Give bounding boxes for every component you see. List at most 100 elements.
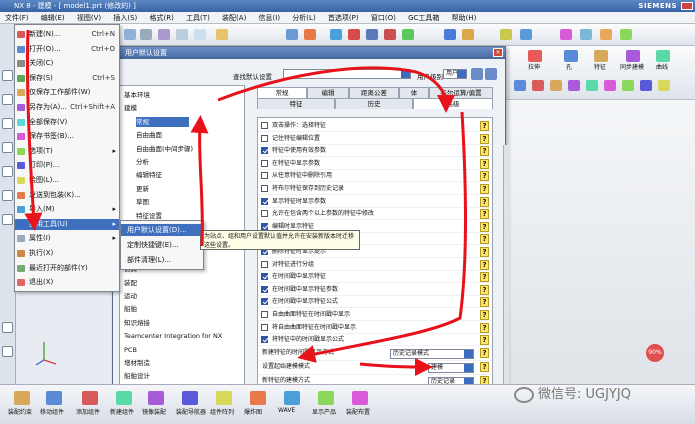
- help-icon[interactable]: ?: [480, 209, 489, 220]
- tab-advanced[interactable]: 高级: [413, 98, 493, 109]
- rotate-icon[interactable]: [330, 29, 342, 40]
- arc-center-icon[interactable]: [604, 80, 616, 91]
- option-checkbox[interactable]: [261, 185, 268, 192]
- tree-node[interactable]: Teamcenter Integration for NX: [124, 331, 222, 341]
- command-finder-icon[interactable]: [216, 29, 228, 40]
- intersection-icon[interactable]: [586, 80, 598, 91]
- assembly-tool-icon[interactable]: [216, 391, 232, 405]
- tab-edit[interactable]: 编辑: [307, 87, 349, 98]
- submenu-item[interactable]: 定制快捷键(E)...: [121, 239, 203, 251]
- file-menu-item[interactable]: 选项(T) ▸: [15, 146, 119, 157]
- assembly-tool-icon[interactable]: [14, 391, 30, 405]
- option-checkbox[interactable]: [261, 197, 268, 205]
- menu-analysis[interactable]: 分析(L): [287, 12, 320, 24]
- surface-icon[interactable]: [620, 29, 632, 40]
- help-icon[interactable]: ?: [480, 184, 489, 194]
- option-checkbox[interactable]: [261, 336, 268, 344]
- file-menu-item[interactable]: 最近打开的部件(Y): [15, 263, 119, 274]
- file-menu-item[interactable]: 保存(S) Ctrl+S: [15, 73, 119, 84]
- snap-point-icon[interactable]: [514, 80, 526, 91]
- redo-icon[interactable]: [194, 29, 206, 40]
- menu-assembly[interactable]: 装配(A): [217, 12, 251, 24]
- point-on-curve-icon[interactable]: [658, 80, 670, 91]
- tab-distance-tolerance[interactable]: 距离公差: [349, 87, 399, 98]
- find-icon[interactable]: [485, 68, 497, 80]
- select-icon[interactable]: [444, 29, 456, 40]
- assembly-tool-icon[interactable]: [46, 391, 62, 405]
- file-menu-item[interactable]: 退出(X): [15, 277, 119, 288]
- option-checkbox[interactable]: [261, 134, 268, 142]
- file-menu-item[interactable]: 新建(N)... Ctrl+N: [15, 29, 119, 40]
- process-studio-icon[interactable]: [2, 346, 13, 357]
- option-checkbox[interactable]: [261, 311, 268, 318]
- file-menu-item[interactable]: 绘图(L)...: [15, 175, 119, 186]
- endpoint-icon[interactable]: [532, 80, 544, 91]
- shaded-icon[interactable]: [348, 29, 360, 40]
- menu-tools[interactable]: 工具(T): [181, 12, 215, 24]
- hole-icon[interactable]: [560, 29, 572, 40]
- find-defaults-input[interactable]: [283, 69, 411, 79]
- quadrant-icon[interactable]: [622, 80, 634, 91]
- file-menu-item[interactable]: 打印(P)...: [15, 160, 119, 171]
- options-scrollbar[interactable]: [503, 145, 509, 399]
- feature-icon[interactable]: [594, 50, 608, 62]
- wireframe-icon[interactable]: [366, 29, 378, 40]
- section-icon[interactable]: [384, 29, 396, 40]
- tab-body[interactable]: 体: [399, 87, 429, 98]
- copy-icon[interactable]: [140, 29, 152, 40]
- option-checkbox[interactable]: [261, 323, 268, 331]
- tree-node[interactable]: PCB: [124, 345, 137, 355]
- undo-icon[interactable]: [176, 29, 188, 40]
- sync-modeling-icon[interactable]: [626, 50, 640, 62]
- option-checkbox[interactable]: [261, 172, 268, 180]
- layer-icon[interactable]: [402, 29, 414, 40]
- curve-icon[interactable]: [656, 50, 670, 62]
- tree-node[interactable]: 增材制造: [124, 358, 150, 368]
- option-checkbox[interactable]: [261, 210, 268, 218]
- file-menu-item[interactable]: 另存为(A)... Ctrl+Shift+A: [15, 102, 119, 113]
- help-icon[interactable]: ?: [480, 310, 489, 320]
- help-icon[interactable]: ?: [480, 361, 489, 372]
- file-menu-item[interactable]: 实用工具(U) ▸: [15, 218, 119, 230]
- help-icon[interactable]: ?: [480, 221, 489, 232]
- tree-node[interactable]: 装配: [124, 278, 137, 288]
- tree-node[interactable]: 基本环境: [124, 90, 150, 100]
- tree-node[interactable]: 常规: [136, 116, 189, 127]
- file-menu-item[interactable]: 保存书签(B)...: [15, 131, 119, 142]
- tree-node[interactable]: 运动: [124, 291, 137, 301]
- assembly-navigator-icon[interactable]: [2, 70, 13, 81]
- help-icon[interactable]: ?: [480, 196, 489, 207]
- manage-current-settings-icon[interactable]: [471, 68, 483, 80]
- assembly-tool-icon[interactable]: [182, 391, 198, 405]
- midpoint-icon[interactable]: [550, 80, 562, 91]
- window-close-button[interactable]: [681, 2, 693, 10]
- assembly-tool-icon[interactable]: [250, 391, 266, 405]
- part-navigator-icon[interactable]: [2, 94, 13, 105]
- tree-node[interactable]: 建模: [124, 103, 137, 113]
- help-icon[interactable]: ?: [480, 347, 489, 358]
- menu-preferences[interactable]: 首选项(P): [323, 12, 364, 24]
- option-checkbox[interactable]: [261, 285, 268, 293]
- assembly-tool-icon[interactable]: [318, 391, 334, 405]
- help-icon[interactable]: ?: [480, 272, 489, 283]
- assembly-tool-icon[interactable]: [148, 391, 164, 405]
- menu-file[interactable]: 文件(F): [0, 12, 34, 24]
- help-icon[interactable]: ?: [480, 247, 489, 257]
- help-icon[interactable]: ?: [480, 322, 489, 333]
- help-icon[interactable]: ?: [480, 234, 489, 245]
- tree-node[interactable]: 船舶: [124, 304, 137, 314]
- fit-icon[interactable]: [286, 29, 298, 40]
- tree-node[interactable]: 船舶设计: [124, 371, 150, 381]
- palette-icon[interactable]: [2, 190, 13, 201]
- system-scene-icon[interactable]: [2, 322, 13, 333]
- graphics-window[interactable]: [506, 100, 695, 390]
- file-menu-item[interactable]: 关闭(C): [15, 58, 119, 69]
- option-checkbox[interactable]: [261, 147, 268, 155]
- tab-history[interactable]: 历史: [335, 98, 413, 109]
- option-checkbox[interactable]: [261, 298, 268, 306]
- tree-node[interactable]: 草图: [136, 197, 149, 207]
- menu-window[interactable]: 窗口(O): [366, 12, 401, 24]
- option-checkbox[interactable]: [261, 159, 268, 167]
- measure-icon[interactable]: [520, 29, 532, 40]
- help-icon[interactable]: ?: [480, 158, 489, 169]
